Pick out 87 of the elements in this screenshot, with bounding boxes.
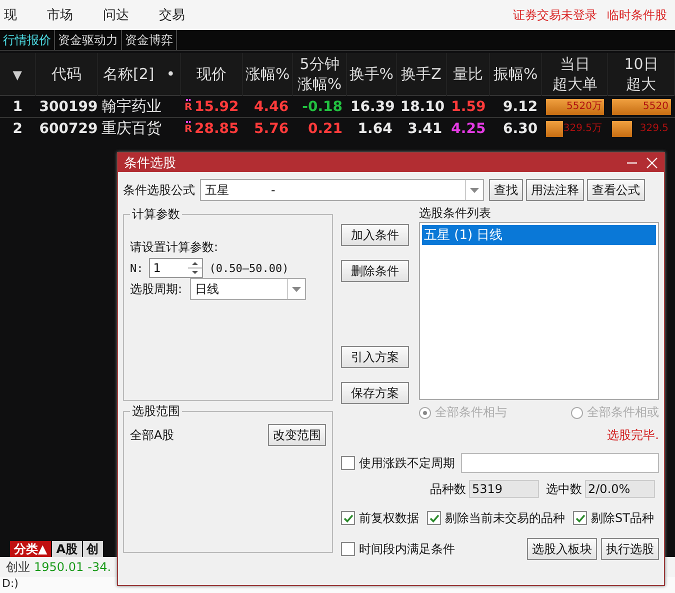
tab[interactable]: 资金博弈 (122, 30, 177, 50)
table-cell: 重庆百货 (98, 118, 181, 140)
sort-icon[interactable]: ▼ (12, 68, 22, 82)
table-cell: -0.18 (292, 96, 347, 118)
index-value: 1950.01 (34, 560, 84, 574)
number-spinner[interactable]: 1 (149, 258, 204, 278)
period-input[interactable] (461, 453, 659, 473)
index-name: 创业 (6, 558, 30, 576)
parameter-label: N: (130, 262, 144, 274)
checkbox-label[interactable]: 使用涨跌不定周期 (359, 454, 455, 472)
table-cell: 3.41 (396, 118, 446, 140)
table-cell: 16.39 (346, 96, 396, 118)
column-header[interactable]: 名称[2] (102, 64, 154, 84)
table-cell: 1.59 (446, 96, 490, 118)
table-cell: 4.46 (242, 96, 293, 118)
menu-item[interactable]: 交易 (159, 6, 185, 24)
checkbox-label[interactable]: 剔除ST品种 (591, 510, 654, 526)
count-value: 5319 (469, 480, 539, 498)
table-cell: 1.64 (346, 118, 396, 140)
group-title: 计算参数 (131, 206, 181, 223)
flag-mark: R (184, 120, 192, 135)
checkbox-label[interactable]: 前复权数据 (359, 510, 419, 526)
formula-label: 条件选股公式 (123, 182, 195, 198)
flag-mark: R (184, 98, 192, 112)
condition-item[interactable]: 五星 (1) 日线 (422, 225, 656, 245)
notice-text[interactable]: 临时条件股 (607, 6, 667, 24)
column-menu-dot[interactable]: • (166, 65, 176, 83)
dialog-button[interactable]: 选股入板块 (527, 538, 597, 560)
dialog-button[interactable]: 引入方案 (341, 346, 409, 368)
bar-value: 5520万 (566, 100, 602, 114)
checkbox-label[interactable]: 时间段内满足条件 (359, 540, 455, 558)
dialog-button[interactable]: 用法注释 (526, 179, 584, 201)
dialog-button[interactable]: 删除条件 (341, 260, 409, 282)
checkbox[interactable] (573, 511, 587, 525)
category-tab[interactable]: 创 (82, 541, 103, 557)
category-tab[interactable]: A股 (52, 541, 82, 557)
spinner-arrows-icon[interactable] (188, 259, 202, 277)
table-cell: 翰宇药业 (98, 96, 181, 118)
scope-value: 全部A股 (130, 426, 174, 444)
parameter-range: (0.50—50.00) (209, 262, 289, 274)
bar-value: 5520 (643, 100, 668, 114)
table-cell: 0.21 (292, 118, 347, 140)
menu-item[interactable]: 市场 (47, 6, 73, 24)
table-cell: 9.12 (490, 96, 542, 118)
close-icon[interactable] (646, 156, 658, 168)
period-label: 选股周期: (130, 280, 182, 298)
index-change: -34. (88, 560, 112, 574)
table-cell: 600729 (35, 118, 98, 140)
table-cell: 2 (0, 118, 36, 140)
period-dropdown[interactable]: 日线 (190, 278, 306, 300)
group-title: 选股范围 (131, 403, 181, 420)
list-label: 选股条件列表 (419, 206, 492, 220)
checkbox[interactable] (341, 511, 355, 525)
change-scope-button[interactable]: 改变范围 (268, 424, 326, 446)
tab[interactable]: 行情报价 (0, 30, 55, 50)
table-cell: 15.92 (194, 98, 239, 114)
count-label: 选中数 (546, 480, 582, 498)
status-message: 选股完毕. (606, 427, 659, 443)
formula-dropdown[interactable]: 五星 - (200, 179, 484, 201)
dialog-button[interactable]: 加入条件 (341, 224, 409, 246)
checkbox[interactable] (341, 542, 355, 556)
bar-value: 329.5万 (563, 122, 602, 136)
parameter-prompt: 请设置计算参数: (130, 239, 220, 256)
table-cell: 1 (0, 96, 36, 118)
table-cell: 28.85 (194, 120, 239, 137)
table-cell: 18.10 (396, 96, 446, 118)
checkbox[interactable] (341, 456, 355, 470)
dialog-button[interactable]: 保存方案 (341, 382, 409, 404)
table-cell: 5.76 (242, 118, 293, 140)
tab[interactable]: 资金驱动力 (55, 30, 122, 50)
dialog-button[interactable]: 执行选股 (601, 538, 659, 560)
table-cell: 6.30 (490, 118, 542, 140)
table-cell: 4.25 (446, 118, 490, 140)
status-text: D:) (2, 577, 18, 590)
dialog-button[interactable]: 查看公式 (587, 179, 645, 201)
dialog-title: 条件选股 (124, 154, 177, 172)
checkbox[interactable] (427, 511, 441, 525)
menu-item[interactable]: 现 (4, 6, 17, 24)
bar-value: 329.5 (640, 122, 668, 136)
menu-item[interactable]: 问达 (103, 6, 129, 24)
checkbox-label[interactable]: 剔除当前未交易的品种 (445, 510, 565, 526)
count-label: 品种数 (430, 480, 466, 498)
dialog-button[interactable]: 查找 (489, 179, 523, 201)
count-value: 2/0.0% (585, 480, 655, 498)
notice-text[interactable]: 证券交易未登录 (513, 6, 597, 24)
category-tab[interactable]: 分类▲ (10, 541, 52, 557)
table-cell: 300199 (35, 96, 98, 118)
